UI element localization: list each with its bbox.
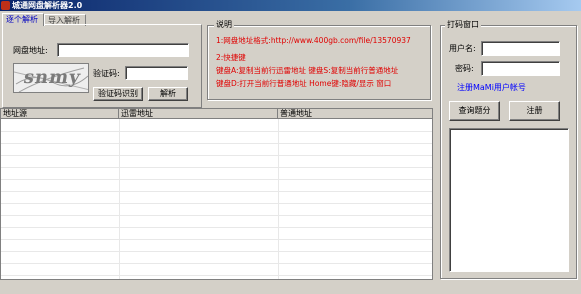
row-divider bbox=[1, 251, 432, 252]
row-divider bbox=[1, 143, 432, 144]
row-divider bbox=[1, 263, 432, 264]
password-input[interactable] bbox=[481, 61, 560, 76]
window-title: 城通网盘解析器2.0 bbox=[12, 1, 83, 10]
app-icon bbox=[1, 1, 10, 10]
notes-group: 说明 1:网盘地址格式:http://www.400gb.com/file/13… bbox=[207, 20, 431, 100]
row-divider bbox=[1, 167, 432, 168]
results-table[interactable]: 地址源 迅雷地址 普通地址 bbox=[0, 108, 433, 280]
tab-single-parse[interactable]: 逐个解析 bbox=[2, 13, 44, 26]
row-divider bbox=[1, 131, 432, 132]
query-points-button[interactable]: 查询题分 bbox=[449, 101, 500, 121]
captcha-text: snmy bbox=[22, 67, 83, 88]
username-label: 用户名: bbox=[449, 44, 476, 53]
parse-button[interactable]: 解析 bbox=[148, 87, 188, 101]
title-bar: 城通网盘解析器2.0 bbox=[0, 0, 581, 11]
register-account-link[interactable]: 注册MaMi用户帐号 bbox=[457, 83, 526, 93]
url-input[interactable] bbox=[57, 43, 189, 57]
row-divider bbox=[1, 155, 432, 156]
column-header-thunder-url[interactable]: 迅雷地址 bbox=[119, 109, 278, 119]
row-divider bbox=[1, 227, 432, 228]
notes-title: 说明 bbox=[214, 20, 234, 30]
captcha-image[interactable]: snmy bbox=[13, 63, 89, 93]
note-line-2: 2:快捷键 bbox=[216, 53, 246, 62]
username-input[interactable] bbox=[481, 41, 560, 56]
table-header: 地址源 迅雷地址 普通地址 bbox=[1, 109, 432, 119]
note-line-3: 键盘A:复制当前行迅雷地址 键盘S:复制当前行普通地址 bbox=[216, 66, 399, 75]
code-label: 验证码: bbox=[93, 69, 120, 78]
captcha-service-group: 打码窗口 用户名: 密码: 注册MaMi用户帐号 查询题分 注册 bbox=[440, 20, 577, 279]
captcha-log-textarea[interactable] bbox=[449, 128, 569, 272]
row-divider bbox=[1, 179, 432, 180]
row-divider bbox=[1, 191, 432, 192]
note-line-4: 键盘D:打开当前行普通地址 Home键:隐藏/显示 窗口 bbox=[216, 79, 392, 88]
column-header-source[interactable]: 地址源 bbox=[1, 109, 119, 119]
row-divider bbox=[1, 215, 432, 216]
row-divider bbox=[1, 203, 432, 204]
captcha-code-input[interactable] bbox=[125, 66, 188, 80]
captcha-service-title: 打码窗口 bbox=[445, 20, 481, 30]
register-button[interactable]: 注册 bbox=[509, 101, 560, 121]
row-divider bbox=[1, 239, 432, 240]
main-window: 逐个解析 导入解析 网盘地址: snmy 验证码: 验证码识别 解析 说明 1:… bbox=[0, 11, 581, 294]
recognize-captcha-button[interactable]: 验证码识别 bbox=[93, 87, 143, 101]
single-parse-panel: 网盘地址: snmy 验证码: 验证码识别 解析 bbox=[2, 24, 202, 108]
column-header-normal-url[interactable]: 普通地址 bbox=[278, 109, 432, 119]
row-divider bbox=[1, 275, 432, 276]
password-label: 密码: bbox=[455, 64, 474, 73]
note-line-1: 1:网盘地址格式:http://www.400gb.com/file/13570… bbox=[216, 36, 411, 45]
url-label: 网盘地址: bbox=[13, 46, 48, 55]
